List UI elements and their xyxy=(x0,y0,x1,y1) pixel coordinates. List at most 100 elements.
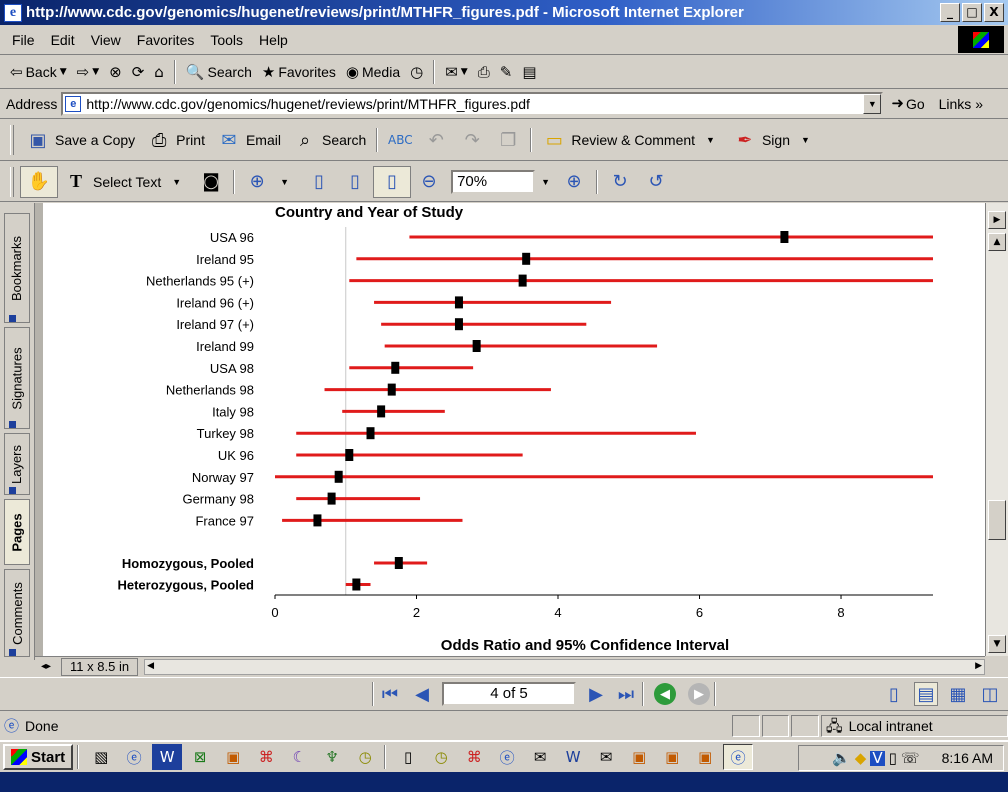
quicklaunch-excel-icon[interactable]: ⊠ xyxy=(185,744,215,770)
volume-icon[interactable]: 🔈 xyxy=(832,750,851,766)
edit-button[interactable]: ✎ xyxy=(496,63,517,82)
favorites-button[interactable]: ★ Favorites xyxy=(258,62,340,82)
horizontal-scrollbar[interactable]: ◀ ▶ xyxy=(144,658,985,675)
network-icon[interactable]: ◆ xyxy=(855,750,867,766)
quicklaunch-word-icon[interactable]: W xyxy=(152,744,183,770)
last-page-icon[interactable]: ⏭ xyxy=(614,682,638,706)
menu-favorites[interactable]: Favorites xyxy=(129,32,203,48)
maximize-button[interactable]: □ xyxy=(962,3,982,22)
zoom-tool-button[interactable]: ⊕ ▼ xyxy=(239,167,301,197)
home-button[interactable]: ⌂ xyxy=(150,63,168,82)
tab-bookmarks[interactable]: Bookmarks xyxy=(4,213,30,323)
spellcheck-button[interactable]: ABC xyxy=(382,125,418,155)
menu-file[interactable]: File xyxy=(4,32,43,48)
scrollbar-thumb[interactable] xyxy=(988,500,1006,540)
copy-button[interactable]: ❐ xyxy=(490,125,526,155)
menu-tools[interactable]: Tools xyxy=(202,32,251,48)
rotate-cw-button[interactable]: ↻ xyxy=(602,167,638,197)
select-text-button[interactable]: T Select Text ▼ xyxy=(58,167,193,197)
task-ie-active-icon[interactable]: ⓔ xyxy=(723,744,754,770)
scroll-down-icon[interactable]: ▼ xyxy=(988,635,1006,653)
zoom-dropdown-icon[interactable]: ▼ xyxy=(541,177,550,187)
hand-tool-button[interactable]: ✋ xyxy=(20,165,58,198)
back-button[interactable]: ⇦ Back ▼ xyxy=(6,62,71,82)
stop-button[interactable]: ⊗ xyxy=(105,63,126,82)
scroll-left-icon[interactable]: ◀ xyxy=(147,660,154,671)
first-page-icon[interactable]: ⏮ xyxy=(378,682,402,706)
continuous-facing-icon[interactable]: ▦ xyxy=(946,682,970,706)
print-button[interactable]: ⎙ xyxy=(474,63,494,82)
quicklaunch-moon-icon[interactable]: ☾ xyxy=(284,744,314,770)
task-phone-icon[interactable]: ▯ xyxy=(393,744,423,770)
address-dropdown-button[interactable]: ▼ xyxy=(863,93,882,114)
tab-pages[interactable]: Pages xyxy=(4,499,30,565)
vertical-scrollbar[interactable]: ▶ ▲ ▼ xyxy=(985,203,1008,656)
discuss-button[interactable]: ▤ xyxy=(518,63,540,82)
sign-button[interactable]: ✒ Sign ▼ xyxy=(727,125,822,155)
actual-size-button[interactable]: ▯ xyxy=(301,167,337,197)
single-page-icon[interactable]: ▯ xyxy=(882,682,906,706)
search-button[interactable]: 🔍 Search xyxy=(182,62,256,82)
next-page-icon[interactable]: ▶ xyxy=(584,682,608,706)
start-button[interactable]: Start xyxy=(3,744,74,770)
menu-help[interactable]: Help xyxy=(251,32,296,48)
quicklaunch-ie-icon[interactable]: ⓔ xyxy=(119,744,149,770)
zoom-level-input[interactable]: 70% xyxy=(451,169,536,194)
splitter-icon[interactable]: ◂▸ xyxy=(41,661,51,672)
mail-button[interactable]: ✉ ▼ xyxy=(441,63,472,82)
quicklaunch-desktop-icon[interactable]: ▧ xyxy=(86,744,116,770)
quicklaunch-acrobat-icon[interactable]: ⌘ xyxy=(251,744,281,770)
task-ie-icon[interactable]: ⓔ xyxy=(492,744,522,770)
snapshot-button[interactable]: ◙ xyxy=(193,167,229,197)
refresh-button[interactable]: ⟳ xyxy=(128,63,149,82)
tray-device-icon[interactable]: ▯ xyxy=(889,750,897,766)
pdf-document-view[interactable]: Country and Year of Study USA 96 Ireland … xyxy=(35,203,985,656)
save-copy-button[interactable]: ▣ Save a Copy xyxy=(20,125,141,155)
acrobat-search-button[interactable]: ⌕ Search xyxy=(287,125,372,155)
task-mail2-icon[interactable]: ✉ xyxy=(591,744,621,770)
fit-page-button[interactable]: ▯ xyxy=(337,167,373,197)
facing-pages-icon[interactable]: ◫ xyxy=(978,682,1002,706)
scroll-up-icon[interactable]: ▲ xyxy=(988,233,1006,251)
acrobat-print-button[interactable]: ⎙ Print xyxy=(141,125,211,155)
quicklaunch-tool-icon[interactable]: ♆ xyxy=(317,744,347,770)
redo-button[interactable]: ↷ xyxy=(454,125,490,155)
menu-view[interactable]: View xyxy=(83,32,129,48)
minimize-button[interactable]: _ xyxy=(940,3,960,22)
tray-phone-icon[interactable]: ☏ xyxy=(901,750,920,766)
quicklaunch-clock-icon[interactable]: ◷ xyxy=(350,744,380,770)
media-button[interactable]: ◉ Media xyxy=(342,62,404,82)
tab-signatures[interactable]: Signatures xyxy=(4,327,30,429)
task-powerpoint3-icon[interactable]: ▣ xyxy=(690,744,720,770)
email-button[interactable]: ✉ Email xyxy=(211,125,287,155)
address-input[interactable]: e http://www.cdc.gov/genomics/hugenet/re… xyxy=(61,91,884,116)
undo-button[interactable]: ↶ xyxy=(418,125,454,155)
task-mail-icon[interactable]: ✉ xyxy=(525,744,555,770)
task-acrobat-icon[interactable]: ⌘ xyxy=(459,744,489,770)
close-button[interactable]: X xyxy=(984,3,1004,22)
scroll-right-icon[interactable]: ▶ xyxy=(975,660,982,671)
task-powerpoint-icon[interactable]: ▣ xyxy=(624,744,654,770)
task-clock-icon[interactable]: ◷ xyxy=(426,744,456,770)
links-button[interactable]: Links » xyxy=(939,96,983,112)
quicklaunch-powerpoint-icon[interactable]: ▣ xyxy=(218,744,248,770)
previous-page-icon[interactable]: ◀ xyxy=(410,682,434,706)
previous-view-icon[interactable]: ◀ xyxy=(654,683,676,705)
tab-layers[interactable]: Layers xyxy=(4,433,30,495)
history-button[interactable]: ◷ xyxy=(406,63,427,82)
task-powerpoint2-icon[interactable]: ▣ xyxy=(657,744,687,770)
zoom-in-button[interactable]: ⊕ xyxy=(556,167,592,197)
forward-button[interactable]: ⇨ ▼ xyxy=(73,63,104,82)
tray-app-icon[interactable]: V xyxy=(870,750,885,766)
tab-comments[interactable]: Comments xyxy=(4,569,30,657)
review-comment-button[interactable]: ▭ Review & Comment ▼ xyxy=(536,125,727,155)
task-word-icon[interactable]: W xyxy=(558,744,588,770)
continuous-page-icon[interactable]: ▤ xyxy=(914,682,938,706)
go-button[interactable]: ➜ Go xyxy=(891,96,924,112)
menu-edit[interactable]: Edit xyxy=(43,32,83,48)
fit-width-button[interactable]: ▯ xyxy=(373,165,412,198)
rotate-ccw-button[interactable]: ↺ xyxy=(638,167,674,197)
page-number-input[interactable]: 4 of 5 xyxy=(442,682,576,706)
page-forward-icon[interactable]: ▶ xyxy=(988,211,1006,229)
zoom-out-button[interactable]: ⊖ xyxy=(411,167,447,197)
